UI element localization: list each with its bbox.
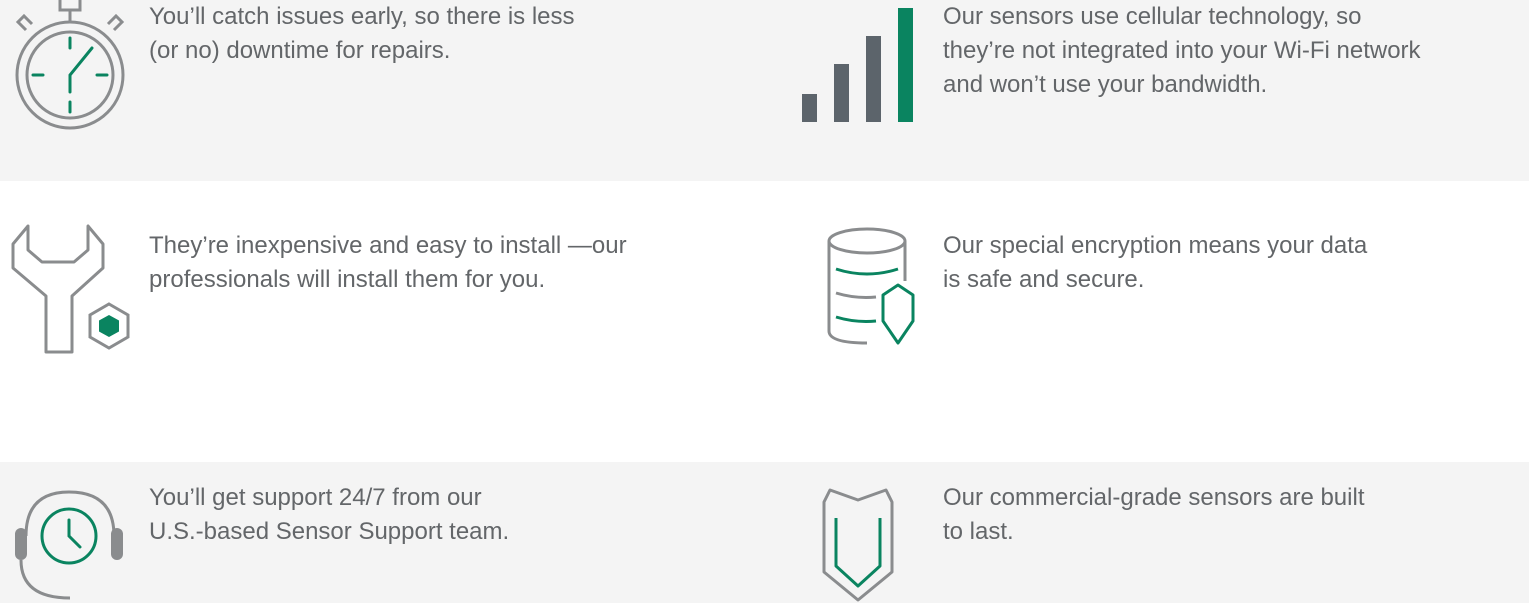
- stopwatch-icon: [8, 0, 138, 130]
- headset-clock-icon: [14, 490, 126, 603]
- shield-icon: [822, 488, 894, 602]
- wrench-nut-icon: [8, 224, 134, 354]
- feature-text-line: You’ll get support 24/7 from our: [149, 484, 482, 511]
- feature-text-line: is safe and secure.: [943, 266, 1145, 293]
- feature-text-line: They’re inexpensive and easy to install …: [149, 232, 627, 259]
- feature-text-line: (or no) downtime for repairs.: [149, 37, 451, 64]
- feature-text-line: You’ll catch issues early, so there is l…: [149, 3, 575, 30]
- feature-text-line: to last.: [943, 518, 1014, 545]
- feature-text-line: Our commercial-grade sensors are built: [943, 484, 1365, 511]
- signal-bars-icon: [802, 8, 916, 124]
- database-shield-icon: [827, 227, 926, 347]
- feature-text-line: Our sensors use cellular technology, so: [943, 3, 1362, 30]
- feature-text-line: Our special encryption means your data: [943, 232, 1368, 259]
- feature-text-line: and won’t use your bandwidth.: [943, 71, 1268, 98]
- feature-text-line: U.S.-based Sensor Support team.: [149, 518, 510, 545]
- feature-text-line: they’re not integrated into your Wi-Fi n…: [943, 37, 1421, 64]
- feature-text-line: professionals will install them for you.: [149, 266, 546, 293]
